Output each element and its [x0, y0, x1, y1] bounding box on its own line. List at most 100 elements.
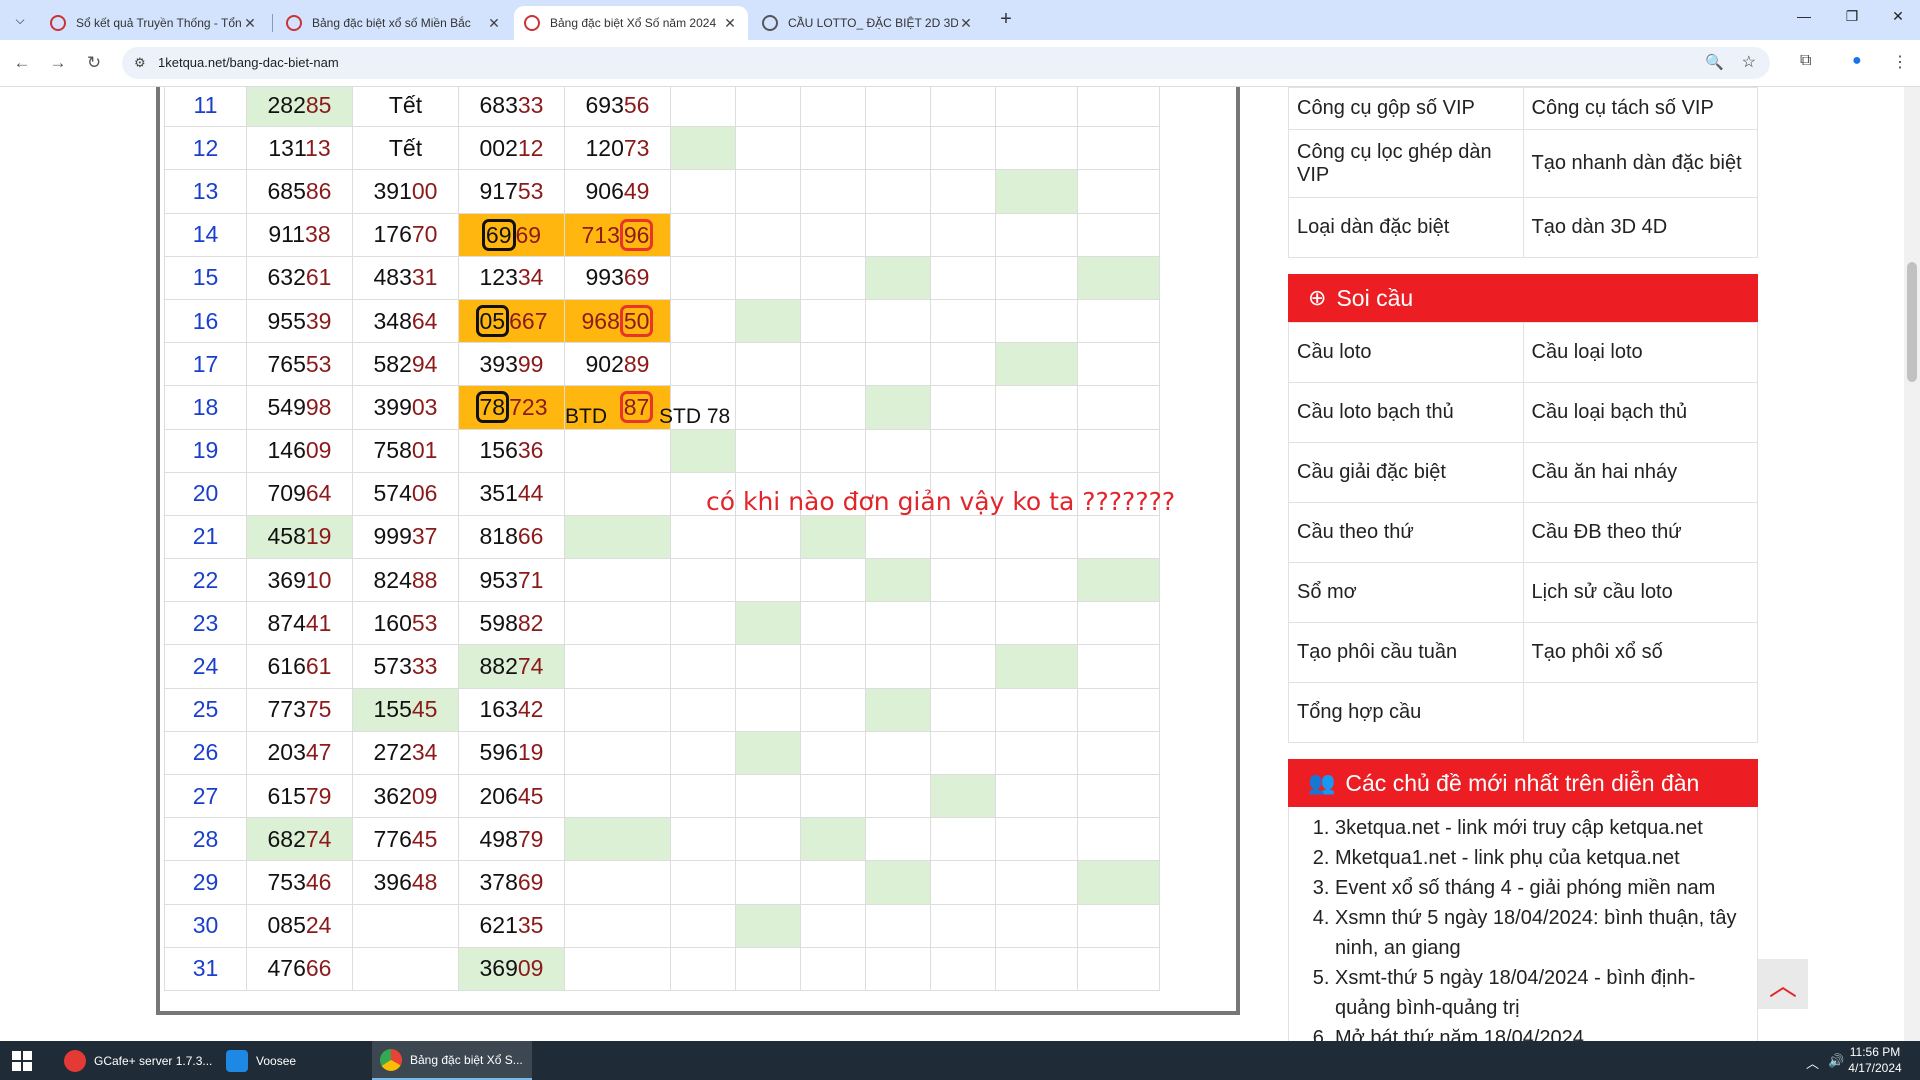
soicau-link[interactable]: Tạo phôi xổ số	[1522, 622, 1758, 683]
forward-button[interactable]: →	[46, 51, 70, 75]
taskbar-clock[interactable]: 11:56 PM 4/17/2024	[1840, 1044, 1910, 1076]
tool-link[interactable]: Tạo nhanh dàn đặc biệt	[1522, 129, 1758, 198]
table-row: 11 28285 Tết 68333 69356	[164, 87, 1160, 128]
soicau-link[interactable]: Cầu loto	[1288, 322, 1524, 383]
puzzle-icon[interactable]: ⧉	[1800, 52, 1811, 70]
prize-tail: 69	[517, 868, 544, 895]
tool-link[interactable]: Công cụ gộp số VIP	[1288, 87, 1524, 130]
prize-cell: 36909	[458, 946, 565, 991]
tab-0[interactable]: Sổ kết quả Truyền Thống - Tổng ✕	[40, 6, 268, 40]
minimize-button[interactable]: —	[1792, 8, 1816, 24]
kebab-menu-icon[interactable]: ⋮	[1892, 52, 1908, 72]
forum-topic-link[interactable]: Mketqua1.net - link phụ của ketqua.net	[1335, 843, 1747, 873]
soicau-link[interactable]: Cầu giải đặc biệt	[1288, 442, 1524, 503]
prize-head: 206	[479, 782, 518, 809]
page-scrollbar[interactable]	[1904, 87, 1920, 1041]
tab-1[interactable]: Bảng đặc biệt xổ số Miền Bắc ✕	[276, 6, 512, 40]
tool-link[interactable]: Công cụ tách số VIP	[1522, 87, 1758, 130]
close-icon[interactable]: ✕	[958, 15, 974, 32]
soicau-link[interactable]: Cầu loại loto	[1522, 322, 1758, 383]
sidebar: Công cụ gộp số VIP Công cụ tách số VIP C…	[1288, 87, 1758, 1041]
table-row: 25 77375 15545 16342	[164, 687, 1160, 732]
forum-topic-link[interactable]: 3ketqua.net - link mới truy cập ketqua.n…	[1335, 813, 1747, 843]
forum-list: 3ketqua.net - link mới truy cập ketqua.n…	[1288, 807, 1758, 1041]
prize-head: 085	[267, 912, 306, 939]
empty-cell	[1077, 644, 1160, 689]
prize-cell: 968 50	[564, 298, 671, 344]
prize-tail: 98	[305, 393, 332, 420]
empty-cell	[735, 817, 801, 862]
tab-title: Sổ kết quả Truyền Thống - Tổng	[76, 16, 242, 30]
soicau-link[interactable]: Lịch sử cầu loto	[1522, 562, 1758, 623]
table-row: 15 63261 48331 12334 99369	[164, 255, 1160, 300]
close-window-button[interactable]: ✕	[1886, 8, 1910, 25]
empty-cell	[865, 860, 931, 905]
soicau-link[interactable]: Cầu ĐB theo thứ	[1522, 502, 1758, 563]
forum-topic-link[interactable]: Xsmn thứ 5 ngày 18/04/2024: bình thuận, …	[1335, 903, 1747, 963]
soicau-link[interactable]	[1522, 682, 1758, 743]
prize-tail: 45	[517, 782, 544, 809]
prize-cell: 713 96	[564, 212, 671, 257]
forum-topic-link[interactable]: Xsmt-thứ 5 ngày 18/04/2024 - bình định-q…	[1335, 963, 1747, 1023]
close-icon[interactable]: ✕	[242, 15, 258, 32]
empty-cell	[930, 817, 996, 862]
soicau-link[interactable]: Tổng hợp cầu	[1288, 682, 1524, 743]
gcafe-icon	[64, 1049, 86, 1072]
soicau-link[interactable]: Cầu loại bạch thủ	[1522, 382, 1758, 443]
prize-cell: 37869	[458, 860, 565, 905]
address-bar[interactable]: ⚙ 1ketqua.net/bang-dac-biet-nam 🔍 ☆	[122, 47, 1770, 79]
prize-tail: 38	[305, 221, 331, 248]
forum-topic-link[interactable]: Mở bát thứ năm 18/04/2024	[1335, 1023, 1747, 1041]
prize-tail: 34	[411, 739, 438, 766]
soicau-link[interactable]: Cầu theo thứ	[1288, 502, 1524, 563]
new-tab-button[interactable]: +	[994, 8, 1018, 31]
tab-2-active[interactable]: Bảng đặc biệt Xổ Số năm 2024 ✕	[514, 6, 748, 40]
scrollbar-thumb[interactable]	[1907, 262, 1917, 382]
soicau-link[interactable]: Sổ mơ	[1288, 562, 1524, 623]
zoom-icon[interactable]: 🔍	[1705, 53, 1724, 71]
star-icon[interactable]: ☆	[1742, 52, 1756, 72]
soicau-link[interactable]: Tạo phôi cầu tuần	[1288, 622, 1524, 683]
close-icon[interactable]: ✕	[722, 15, 738, 32]
profile-icon[interactable]: ●	[1852, 52, 1862, 70]
restore-button[interactable]: ❐	[1840, 8, 1864, 25]
prize-cell: 57406	[352, 471, 459, 516]
tool-link[interactable]: Tạo dàn 3D 4D	[1522, 197, 1758, 258]
tool-link[interactable]: Loại dàn đặc biệt	[1288, 197, 1524, 258]
taskbar-app-voosee[interactable]: Voosee	[218, 1041, 368, 1080]
empty-cell	[995, 514, 1078, 560]
windows-start-button[interactable]	[12, 1051, 32, 1071]
tools-table: Công cụ gộp số VIP Công cụ tách số VIP C…	[1288, 87, 1758, 258]
close-icon[interactable]: ✕	[486, 15, 502, 32]
prize-head: 968	[581, 308, 620, 335]
highlighted-number: 50	[619, 305, 654, 338]
soicau-link[interactable]: Cầu loto bạch thủ	[1288, 382, 1524, 443]
taskbar-app-gcafe[interactable]: GCafe+ server 1.7.3...	[56, 1041, 216, 1080]
prize-cell	[564, 428, 671, 473]
reload-button[interactable]: ↻	[82, 51, 106, 75]
tab-search-button[interactable]: ⌵	[8, 8, 32, 32]
back-button[interactable]: ←	[10, 51, 34, 75]
empty-cell	[995, 169, 1078, 214]
taskbar-app-chrome[interactable]: Bảng đặc biệt Xổ S...	[372, 1041, 532, 1080]
prize-cell: 61579	[246, 773, 353, 819]
soicau-link[interactable]: Cầu ăn hai nháy	[1522, 442, 1758, 503]
tool-link[interactable]: Công cụ lọc ghép dàn VIP	[1288, 129, 1524, 198]
day-cell: 14	[164, 212, 247, 257]
day-cell: 27	[164, 773, 247, 819]
url-text[interactable]: 1ketqua.net/bang-dac-biet-nam	[158, 55, 339, 70]
prize-head: 351	[479, 480, 518, 507]
prize-cell: Tết	[352, 126, 459, 171]
prize-cell: 39399	[458, 342, 565, 387]
prize-tail: 48	[411, 868, 438, 895]
forum-topic-link[interactable]: Event xổ số tháng 4 - giải phóng miền na…	[1335, 873, 1747, 903]
site-info-icon[interactable]: ⚙	[134, 55, 146, 71]
prize-head: 682	[267, 825, 306, 852]
tray-overflow-icon[interactable]: ︿	[1806, 1053, 1819, 1072]
prize-tail: 24	[305, 912, 332, 939]
scroll-to-top-button[interactable]: ︿	[1758, 959, 1808, 1009]
prize-cell: 61661	[246, 644, 353, 689]
empty-cell	[735, 385, 801, 430]
tab-3[interactable]: CẦU LOTTO_ ĐẶC BIỆT 2D 3D 4D ✕	[752, 6, 984, 40]
empty-cell	[1077, 87, 1160, 128]
